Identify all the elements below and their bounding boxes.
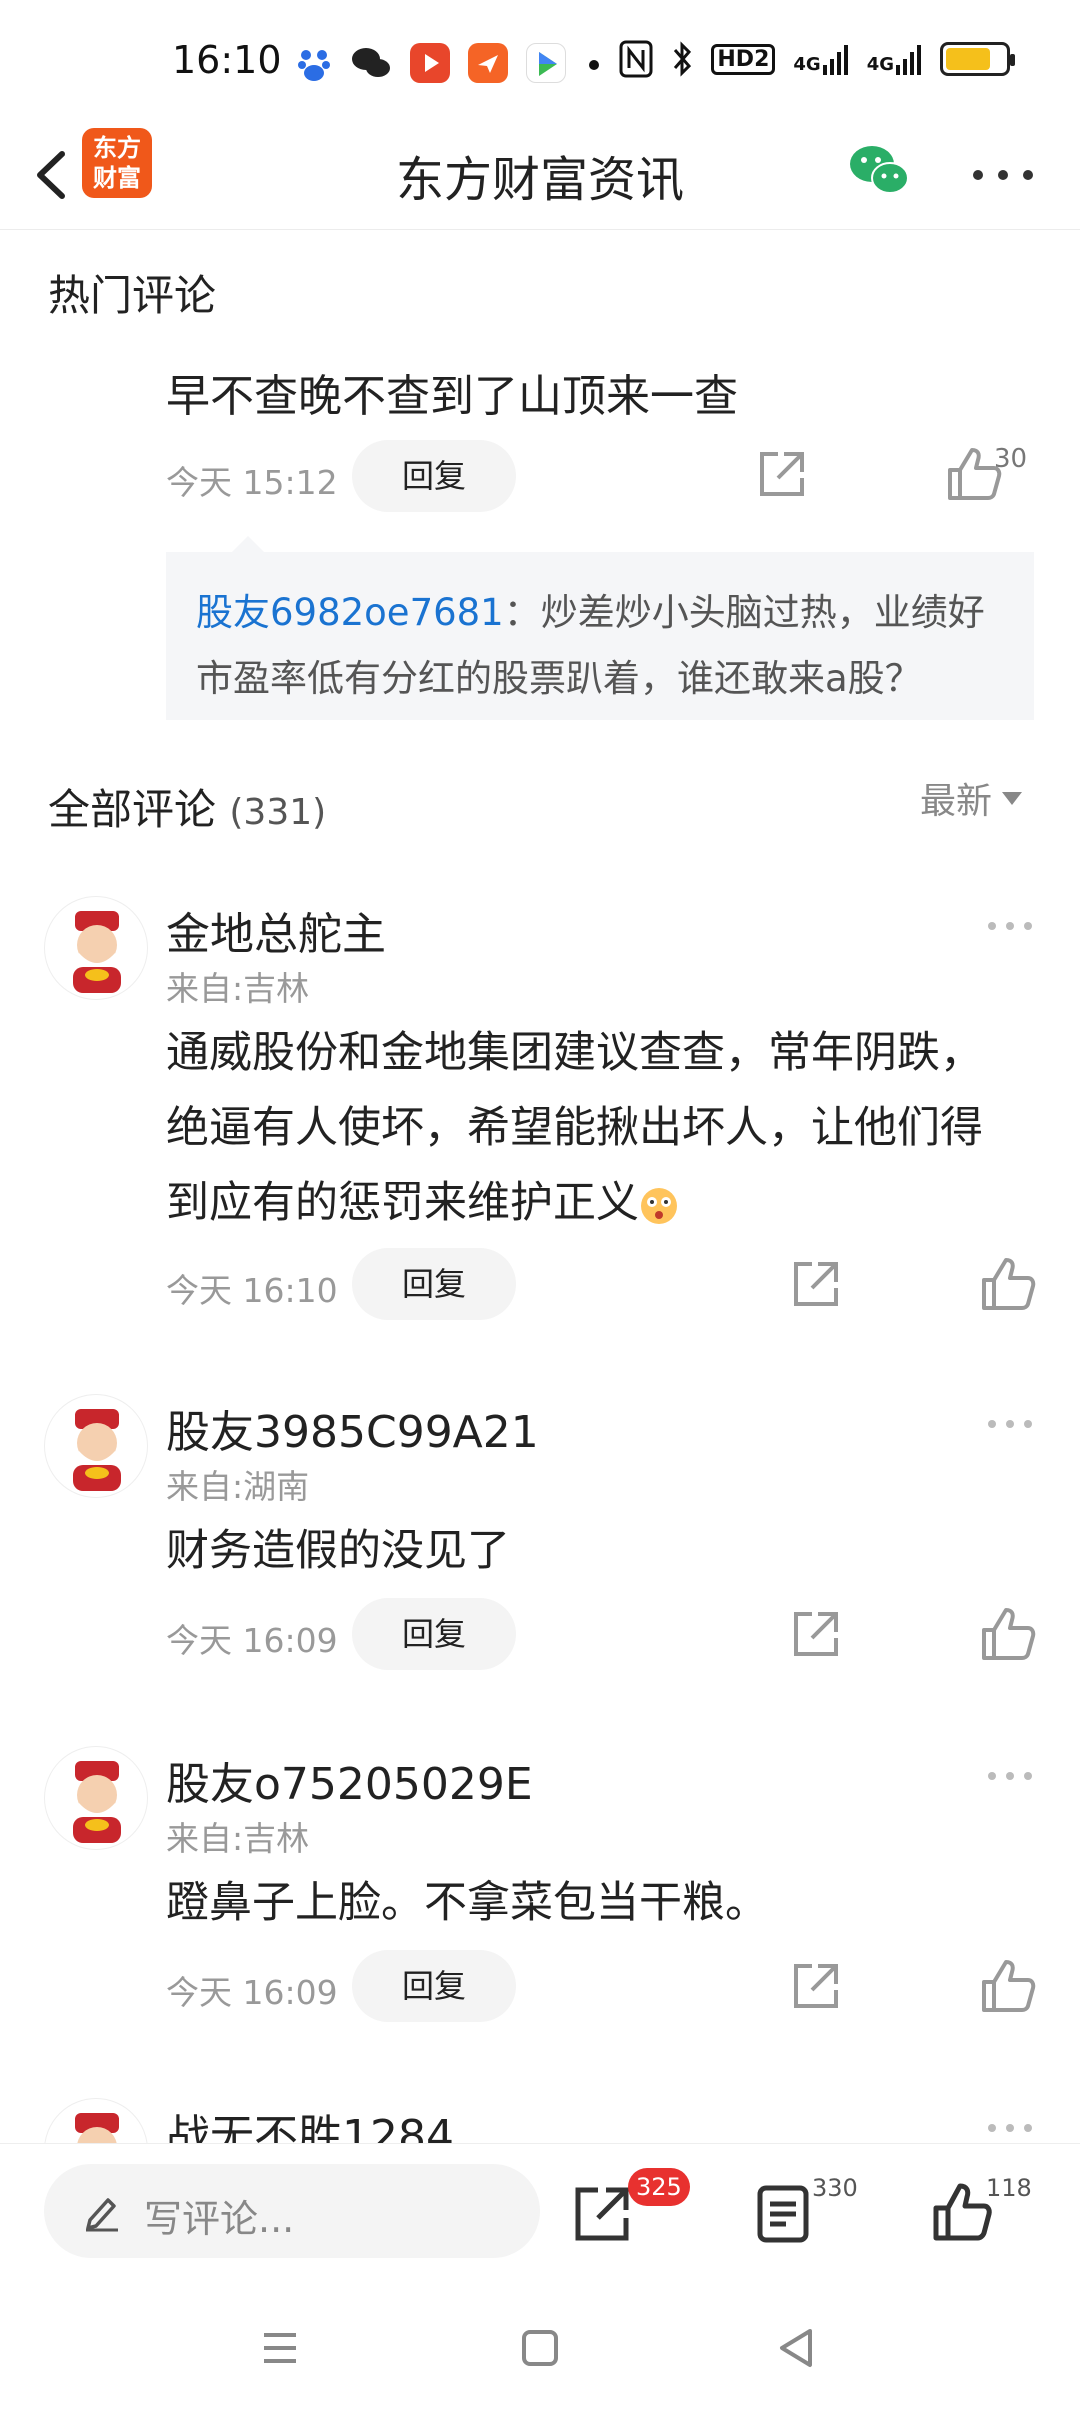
comment-location: 来自:湖南 bbox=[166, 1467, 310, 1506]
share-icon[interactable] bbox=[570, 2182, 634, 2246]
caret-down-icon bbox=[1002, 791, 1023, 805]
item-more-icon[interactable] bbox=[984, 2118, 1036, 2138]
like-icon[interactable] bbox=[978, 1604, 1038, 1664]
surprised-emoji-icon bbox=[641, 1187, 677, 1224]
comment-count: (331) bbox=[229, 792, 327, 833]
comment-location: 来自:吉林 bbox=[166, 1819, 310, 1858]
comment-username[interactable]: 股友3985C99A21 bbox=[166, 1396, 539, 1460]
comment-time: 今天 16:09 bbox=[166, 1621, 338, 1660]
like-icon[interactable] bbox=[930, 2180, 994, 2244]
content-area: 东方 财富 东方财富资讯 热门评论 早不查晚不查到了山顶来一查 今天 15:12… bbox=[0, 0, 1080, 2143]
fortune-god-avatar-icon bbox=[73, 1761, 121, 1843]
comment-placeholder: 写评论... bbox=[144, 2197, 295, 2241]
fortune-god-avatar-icon bbox=[73, 1409, 121, 1491]
fortune-god-avatar-icon bbox=[75, 2113, 119, 2143]
comment-username[interactable]: 股友o75205029E bbox=[166, 1748, 533, 1812]
avatar[interactable] bbox=[44, 1394, 148, 1498]
reply-button[interactable]: 回复 bbox=[352, 1950, 516, 2022]
share-count-badge: 325 bbox=[628, 2168, 690, 2206]
share-icon[interactable] bbox=[788, 1256, 844, 1312]
item-more-icon[interactable] bbox=[984, 916, 1036, 936]
app-header: 东方 财富 东方财富资讯 bbox=[0, 120, 1080, 230]
all-comments-title: 全部评论 (331) bbox=[48, 785, 327, 834]
comment-location: 来自:吉林 bbox=[166, 969, 310, 1008]
reply-button[interactable]: 回复 bbox=[352, 440, 516, 512]
menu-icon[interactable] bbox=[250, 2323, 310, 2373]
bottom-action-bar: 写评论... 325 330 118 bbox=[0, 2143, 1080, 2283]
quoted-text-line2: 市盈率低有分红的股票趴着，谁还敢来a股？ bbox=[196, 657, 922, 700]
hot-comment-time: 今天 15:12 bbox=[166, 463, 338, 502]
sort-dropdown[interactable]: 最新 bbox=[920, 772, 1023, 824]
quoted-user-link[interactable]: 股友6982oe7681 bbox=[196, 591, 504, 634]
comment-time: 今天 16:09 bbox=[166, 1973, 338, 2012]
comment-text: 通威股份和金地集团建议查查，常年阴跌， 绝逼有人使坏，希望能揪出坏人，让他们得 … bbox=[166, 1028, 983, 1228]
avatar[interactable] bbox=[44, 896, 148, 1000]
like-icon[interactable] bbox=[978, 1956, 1038, 2016]
share-icon[interactable] bbox=[754, 446, 810, 502]
comment-username[interactable]: 战无不胜1284 bbox=[166, 2100, 454, 2143]
wechat-icon[interactable] bbox=[844, 136, 914, 206]
quoted-reply: 股友6982oe7681：炒差炒小头脑过热，业绩好 市盈率低有分红的股票趴着，谁… bbox=[166, 536, 1034, 720]
avatar[interactable] bbox=[44, 1746, 148, 1850]
home-icon[interactable] bbox=[510, 2323, 570, 2373]
like-count: 30 bbox=[994, 444, 1028, 474]
quoted-text-line1: ：炒差炒小头脑过热，业绩好 bbox=[503, 591, 985, 634]
comment-list-icon[interactable] bbox=[752, 2182, 816, 2246]
avatar[interactable] bbox=[44, 2098, 148, 2143]
reply-button[interactable]: 回复 bbox=[352, 1598, 516, 1670]
share-icon[interactable] bbox=[788, 1606, 844, 1662]
comment-count: 330 bbox=[812, 2174, 858, 2202]
like-icon[interactable] bbox=[978, 1254, 1038, 1314]
pencil-icon bbox=[86, 2198, 118, 2232]
reply-button[interactable]: 回复 bbox=[352, 1248, 516, 1320]
back-nav-icon[interactable] bbox=[768, 2323, 828, 2373]
like-count: 118 bbox=[986, 2174, 1032, 2202]
hot-comment-text: 早不查晚不查到了山顶来一查 bbox=[166, 371, 738, 422]
hot-comments-title: 热门评论 bbox=[48, 271, 217, 320]
comment-text: 财务造假的没见了 bbox=[166, 1526, 510, 1576]
more-icon[interactable] bbox=[968, 150, 1038, 200]
write-comment-input[interactable]: 写评论... bbox=[44, 2164, 540, 2258]
comment-time: 今天 16:10 bbox=[166, 1271, 338, 1310]
item-more-icon[interactable] bbox=[984, 1766, 1036, 1786]
fortune-god-avatar-icon bbox=[73, 911, 121, 993]
comment-username[interactable]: 金地总舵主 bbox=[166, 898, 386, 962]
comment-text: 蹬鼻子上脸。不拿菜包当干粮。 bbox=[166, 1878, 768, 1928]
system-navigation-bar bbox=[0, 2283, 1080, 2412]
item-more-icon[interactable] bbox=[984, 1414, 1036, 1434]
page-title: 东方财富资讯 bbox=[395, 152, 684, 208]
share-icon[interactable] bbox=[788, 1958, 844, 2014]
